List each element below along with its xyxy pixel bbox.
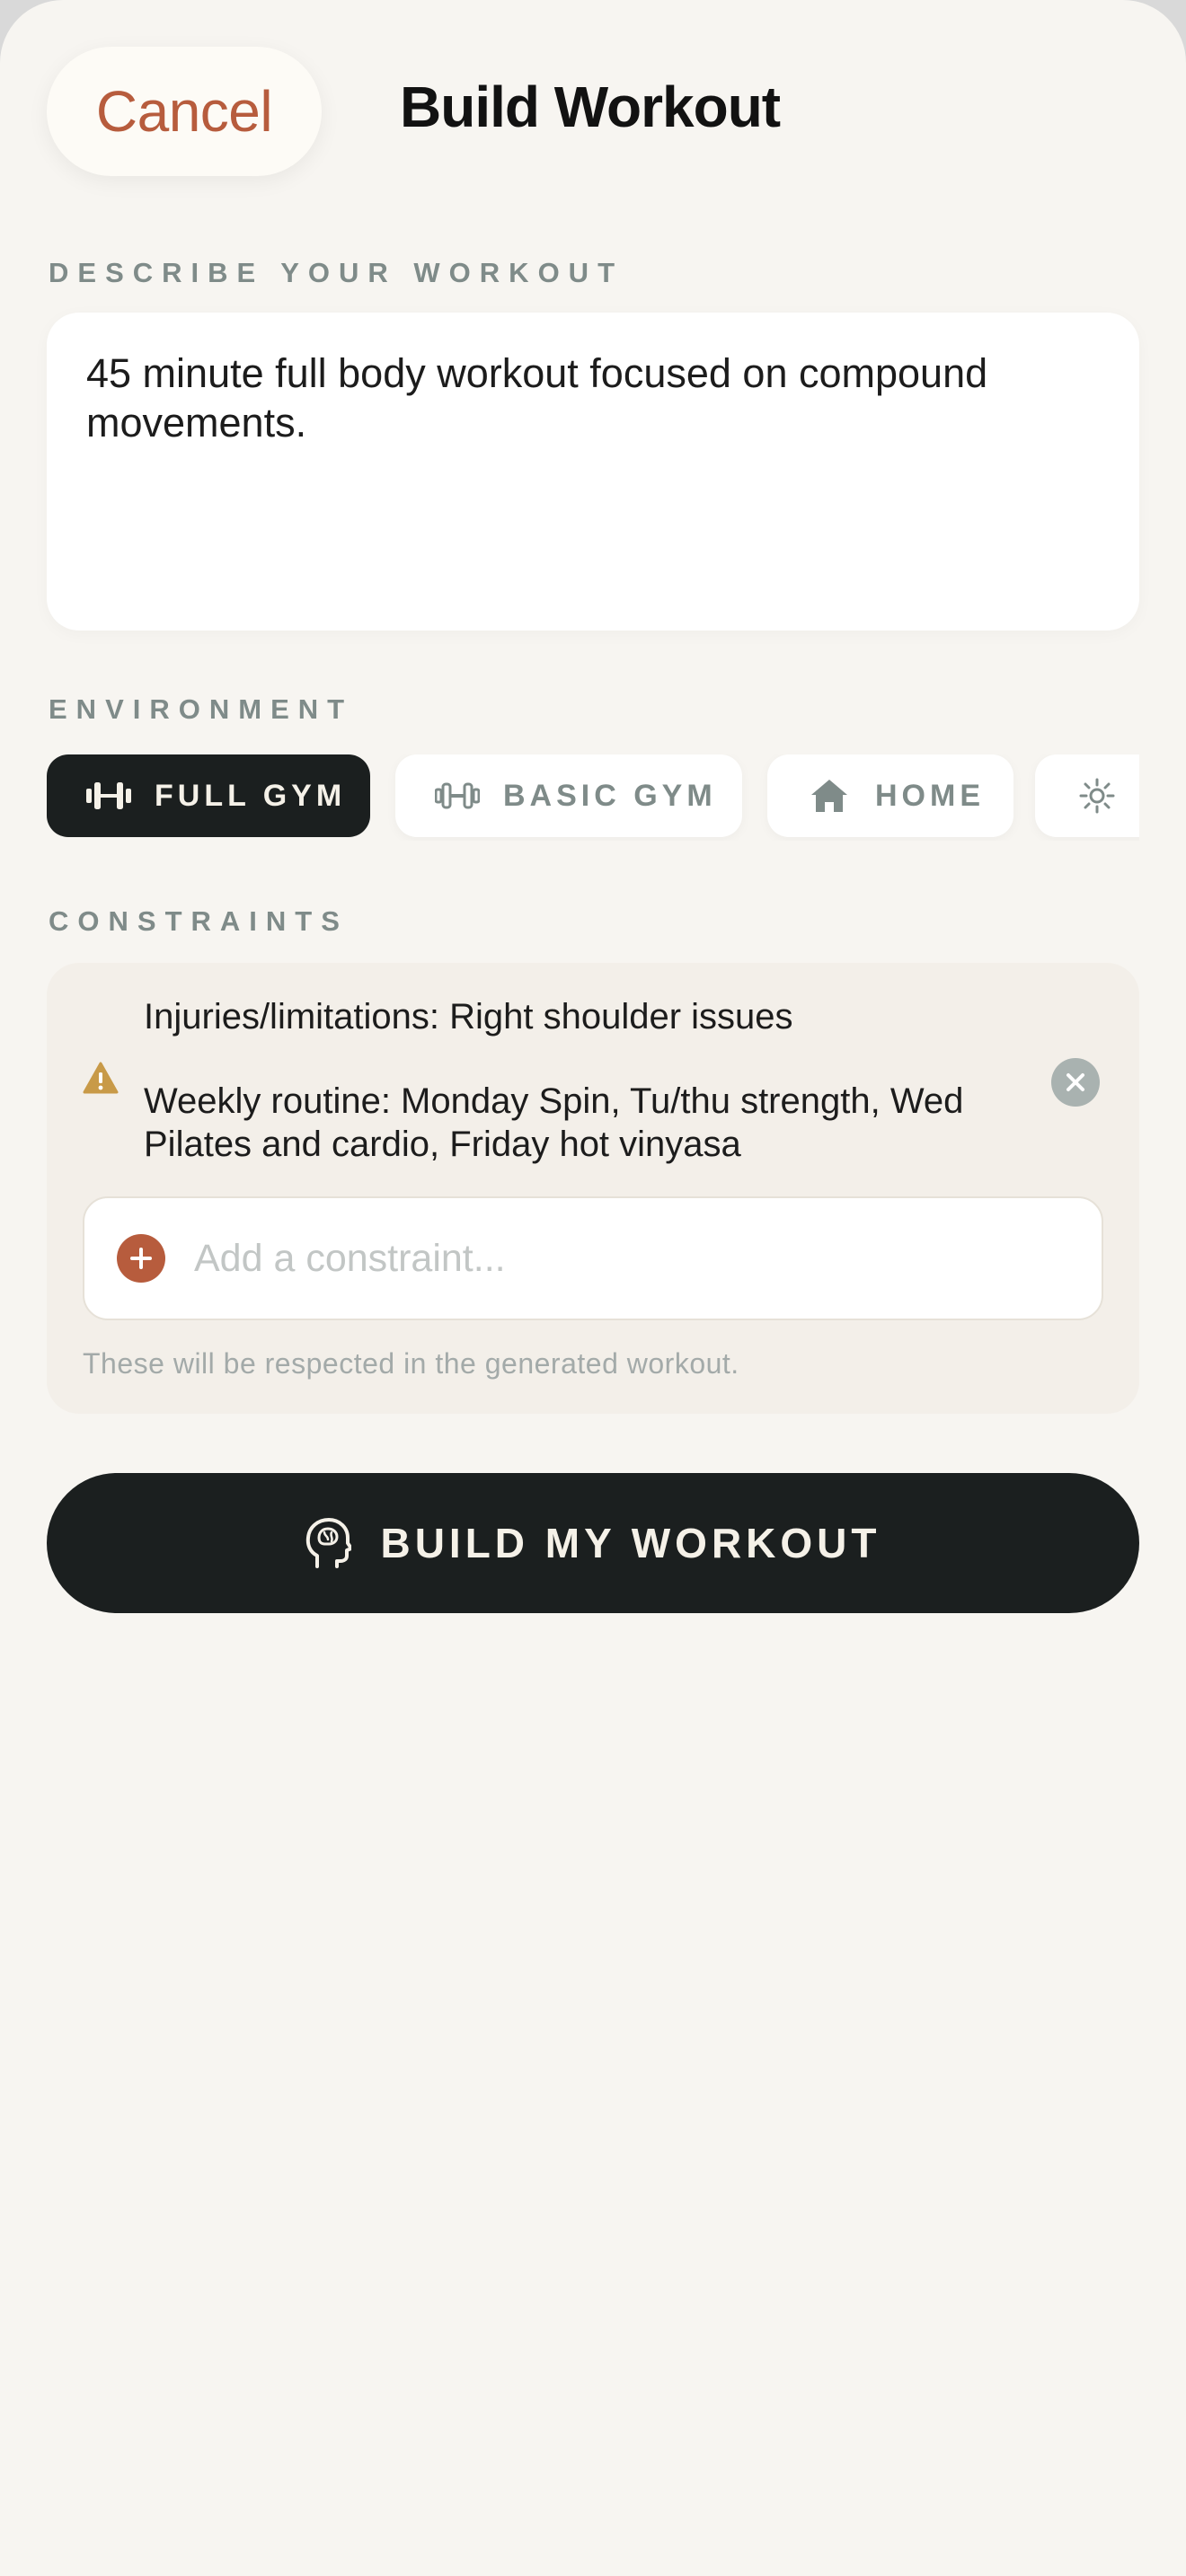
constraints-helper-text: These will be respected in the generated… xyxy=(83,1347,739,1380)
chip-label-basic-gym: BASIC GYM xyxy=(503,778,717,813)
build-my-workout-label: BUILD MY WORKOUT xyxy=(380,1520,881,1566)
describe-section-label: DESCRIBE YOUR WORKOUT xyxy=(49,257,624,288)
page-title: Build Workout xyxy=(400,75,781,139)
close-icon xyxy=(1067,1073,1084,1091)
cancel-button[interactable]: Cancel xyxy=(47,47,322,176)
environment-chip-row: FULL GYM BASIC GYM HOME xyxy=(47,754,1139,841)
chip-label-full-gym: FULL GYM xyxy=(155,778,347,813)
home-icon xyxy=(807,778,852,814)
chip-basic-gym[interactable]: BASIC GYM xyxy=(395,754,742,837)
chip-label-home: HOME xyxy=(875,778,985,813)
workout-description-text[interactable]: 45 minute full body workout focused on c… xyxy=(86,348,1100,447)
brain-head-icon xyxy=(305,1516,354,1570)
chip-home[interactable]: HOME xyxy=(767,754,1013,837)
environment-section-label: ENVIRONMENT xyxy=(49,693,354,725)
build-my-workout-button[interactable]: BUILD MY WORKOUT xyxy=(47,1473,1139,1613)
remove-constraint-button[interactable] xyxy=(1051,1058,1100,1107)
plus-icon[interactable] xyxy=(117,1234,165,1283)
constraints-card: Injuries/limitations: Right shoulder iss… xyxy=(47,963,1139,1414)
warning-icon xyxy=(83,1062,119,1094)
constraints-section-label: CONSTRAINTS xyxy=(49,905,349,937)
sun-icon xyxy=(1075,778,1120,814)
workout-description-field[interactable]: 45 minute full body workout focused on c… xyxy=(47,313,1139,631)
chip-full-gym[interactable]: FULL GYM xyxy=(47,754,370,837)
dumbbell-icon xyxy=(435,778,480,814)
constraint-weekly-routine: Weekly routine: Monday Spin, Tu/thu stre… xyxy=(144,1081,964,1164)
add-constraint-input[interactable] xyxy=(192,1235,1055,1282)
build-workout-sheet: Cancel Build Workout DESCRIBE YOUR WORKO… xyxy=(0,0,1186,2576)
add-constraint-field[interactable] xyxy=(83,1196,1103,1320)
constraint-item: Injuries/limitations: Right shoulder iss… xyxy=(144,995,1024,1166)
chip-outdoor[interactable]: O xyxy=(1035,754,1139,837)
constraint-injuries: Injuries/limitations: Right shoulder iss… xyxy=(144,997,793,1037)
barbell-icon xyxy=(86,778,131,814)
